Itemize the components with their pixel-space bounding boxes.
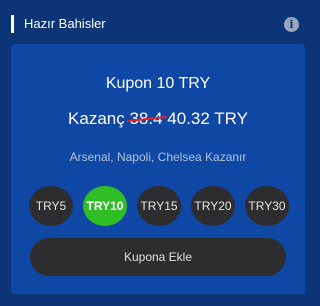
coupon-title: Kupon 10 TRY xyxy=(105,75,211,92)
win-label: Kazanç xyxy=(68,109,125,128)
amount-button-try30[interactable]: TRY30 xyxy=(245,186,289,226)
amount-button-try10[interactable]: TRY10 xyxy=(83,186,127,226)
teams-text: Arsenal, Napoli, Chelsea Kazanır xyxy=(69,150,247,164)
win-line: Kazanç 38.4 40.32 TRY xyxy=(11,108,305,130)
amount-selector: TRY5 TRY10 TRY15 TRY20 TRY30 xyxy=(29,186,289,226)
amount-button-try5[interactable]: TRY5 xyxy=(29,186,73,226)
add-to-coupon-button[interactable]: Kupona Ekle xyxy=(30,238,286,276)
header-accent-bar xyxy=(11,15,14,33)
coupon-card: Kupon 10 TRY Kazanç 38.4 40.32 TRY Arsen… xyxy=(11,44,305,294)
amount-button-try15[interactable]: TRY15 xyxy=(137,186,181,226)
old-win-value: 38.4 xyxy=(127,108,168,130)
new-win-value: 40.32 TRY xyxy=(167,109,248,128)
info-icon[interactable]: i xyxy=(284,17,299,32)
header-title: Hazır Bahisler xyxy=(24,16,106,31)
strikethrough-mark xyxy=(127,116,168,122)
amount-button-try20[interactable]: TRY20 xyxy=(191,186,235,226)
header: Hazır Bahisler i xyxy=(0,0,314,48)
